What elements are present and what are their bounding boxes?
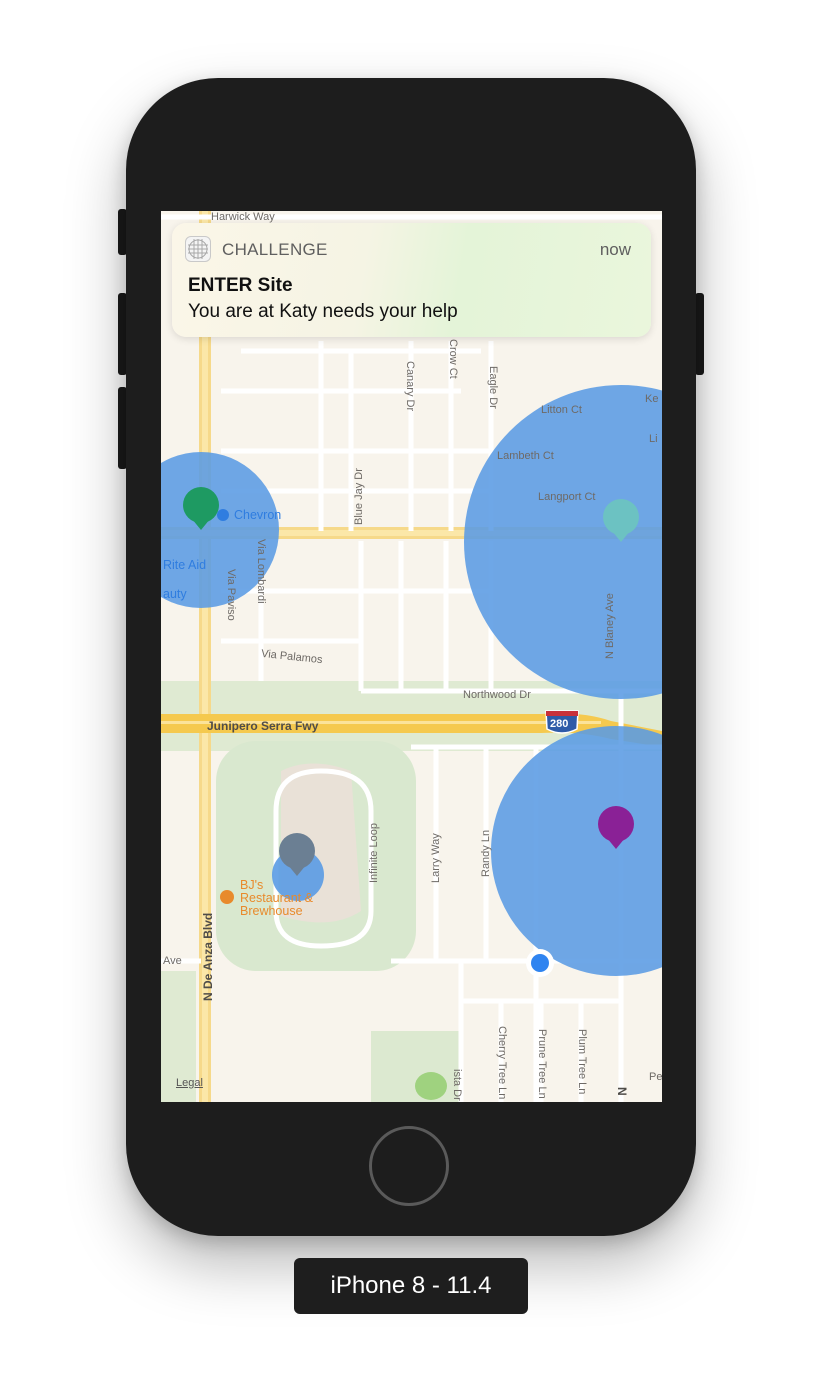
street-label-crow: Crow Ct xyxy=(447,339,459,379)
street-label-randy: Randy Ln xyxy=(480,829,492,877)
street-label-larry: Larry Way xyxy=(430,833,442,883)
poi-label-beauty[interactable]: auty xyxy=(163,587,187,601)
user-location-dot[interactable] xyxy=(531,954,549,972)
notification-title: ENTER Site xyxy=(188,275,293,296)
street-label-ke: Ke xyxy=(645,393,659,405)
street-label-cherry-tree: Cherry Tree Ln xyxy=(496,1026,508,1100)
street-label-langport: Langport Ct xyxy=(538,491,596,503)
street-label-eagle: Eagle Dr xyxy=(487,366,499,409)
street-label-via-pavioso: Via Paviso xyxy=(225,569,237,621)
street-label-junipero: Junipero Serra Fwy xyxy=(207,719,319,733)
restaurant-poi-icon[interactable] xyxy=(220,890,234,904)
home-button[interactable] xyxy=(369,1126,449,1206)
notification-app-name: CHALLENGE xyxy=(222,240,328,259)
app-grid-icon xyxy=(185,236,211,262)
street-label-bluejay: Blue Jay Dr xyxy=(353,468,365,525)
notification-body: You are at Katy needs your help xyxy=(188,301,458,322)
street-label-280: 280 xyxy=(550,718,569,730)
street-label-harwick: Harwick Way xyxy=(211,211,275,223)
street-label-n-right: N xyxy=(615,1087,629,1096)
street-label-canary: Canary Dr xyxy=(404,361,416,412)
simulator-stage: Harwick Way Crow Ct Eagle Dr Canary Dr L… xyxy=(0,0,822,1386)
phone-screen[interactable]: Harwick Way Crow Ct Eagle Dr Canary Dr L… xyxy=(161,211,662,1102)
sports-field xyxy=(415,1072,447,1100)
street-label-n-blaney: N Blaney Ave xyxy=(604,593,616,659)
street-label-litton: Litton Ct xyxy=(541,404,582,416)
street-label-prune-tree: Prune Tree Ln xyxy=(536,1029,548,1099)
power-button[interactable] xyxy=(695,293,704,375)
map-view[interactable] xyxy=(161,211,662,1102)
street-label-ave: Ave xyxy=(163,955,182,967)
chevron-poi-icon[interactable] xyxy=(217,509,229,521)
notification-banner[interactable]: CHALLENGE now ENTER Site You are at Katy… xyxy=(172,223,651,337)
notification-time: now xyxy=(599,240,631,259)
legal-link[interactable]: Legal xyxy=(176,1077,203,1089)
street-label-pe: Pe xyxy=(649,1071,662,1083)
poi-label-chevron[interactable]: Chevron xyxy=(234,508,281,522)
street-label-plum-tree: Plum Tree Ln xyxy=(576,1029,588,1095)
park-bottom xyxy=(371,1031,461,1102)
street-label-via-lombardi: Via Lombardi xyxy=(255,539,267,604)
poi-label-rite-aid[interactable]: Rite Aid xyxy=(163,558,206,572)
device-label: iPhone 8 - 11.4 xyxy=(294,1258,528,1314)
street-label-vista: ista Dr xyxy=(451,1069,463,1101)
poi-label-bjs-line3[interactable]: Brewhouse xyxy=(240,905,303,918)
street-label-northwood: Northwood Dr xyxy=(463,689,531,701)
street-label-lambeth: Lambeth Ct xyxy=(497,450,554,462)
street-label-li: Li xyxy=(649,433,658,445)
street-label-n-de-anza: N De Anza Blvd xyxy=(201,912,215,1001)
street-label-infinite-loop: Infinite Loop xyxy=(368,823,380,883)
